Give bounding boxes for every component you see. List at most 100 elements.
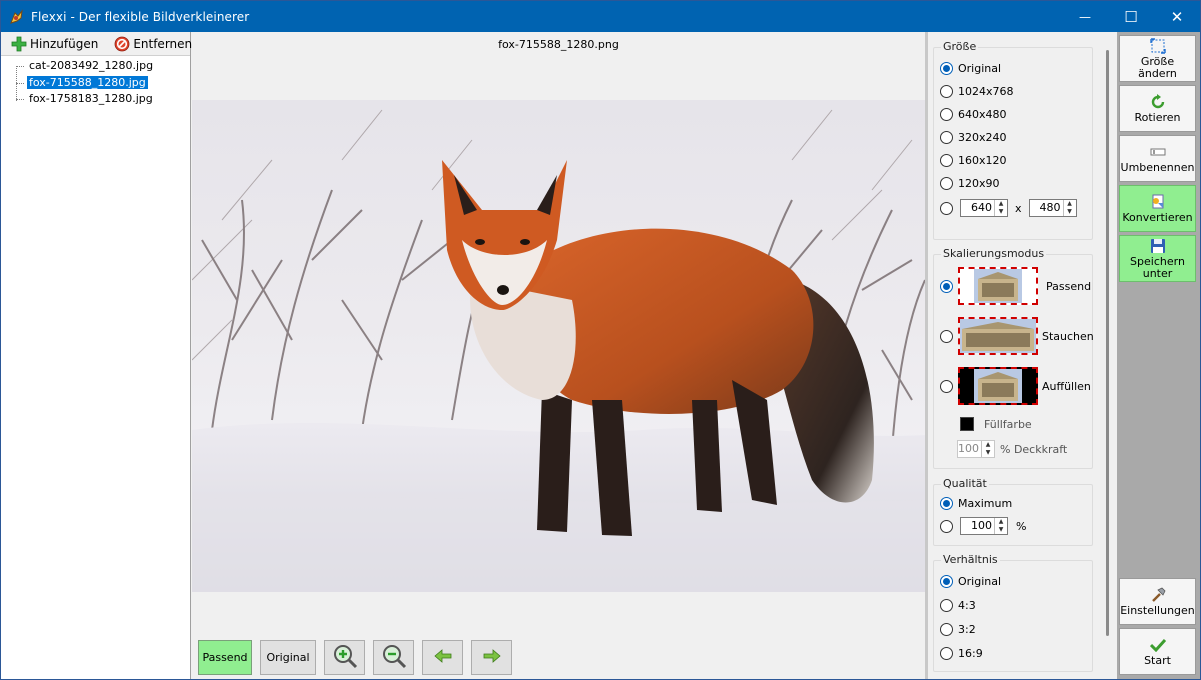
scale-option-label: Stauchen: [1042, 329, 1094, 343]
original-size-button[interactable]: Original: [260, 640, 316, 675]
scale-option-stretch[interactable]: Stauchen: [940, 317, 1094, 355]
size-option-label: Original: [958, 62, 1002, 75]
ratio-option-3-2[interactable]: 3:2: [940, 623, 976, 636]
ratio-option-label: 16:9: [958, 647, 983, 660]
size-option-1024x768[interactable]: 1024x768: [940, 85, 1014, 98]
stepper-down-icon[interactable]: ▼: [995, 208, 1007, 216]
rotate-button[interactable]: Rotieren: [1119, 85, 1196, 132]
fill-color-picker[interactable]: Füllfarbe: [960, 417, 1032, 431]
resize-label: Größe ändern: [1138, 54, 1177, 80]
convert-button[interactable]: Konvertieren: [1119, 185, 1196, 232]
stepper-down-icon[interactable]: ▼: [1064, 208, 1076, 216]
minimize-button[interactable]: —: [1062, 1, 1108, 32]
opacity-control[interactable]: 100 ▲ ▼ % Deckkraft: [957, 440, 1067, 458]
floppy-disk-icon: [1149, 238, 1167, 254]
quality-stepper[interactable]: 100 ▲ ▼: [960, 517, 1008, 535]
fit-button-label: Passend: [202, 651, 248, 664]
radio-button[interactable]: [940, 131, 953, 144]
fill-color-swatch[interactable]: [960, 417, 974, 431]
radio-button[interactable]: [940, 575, 953, 588]
options-scrollbar[interactable]: [1102, 32, 1117, 679]
radio-button[interactable]: [940, 379, 953, 393]
preview-image[interactable]: [192, 100, 925, 592]
ratio-option-original[interactable]: Original: [940, 575, 1001, 588]
opacity-value: 100: [958, 442, 979, 455]
maximize-button[interactable]: ☐: [1108, 1, 1154, 32]
start-button[interactable]: Start: [1119, 628, 1196, 675]
rename-icon: [1149, 144, 1167, 160]
file-item[interactable]: fox-1758183_1280.jpg: [1, 91, 190, 108]
stepper-up-icon[interactable]: ▲: [995, 200, 1007, 208]
radio-button[interactable]: [940, 329, 953, 343]
fit-mode-thumbnail: [958, 267, 1038, 305]
stepper-down-icon[interactable]: ▼: [982, 449, 994, 457]
radio-button[interactable]: [940, 108, 953, 121]
radio-button[interactable]: [940, 599, 953, 612]
scale-option-fill[interactable]: Auffüllen: [940, 367, 1091, 405]
custom-height-stepper[interactable]: 480 ▲ ▼: [1028, 199, 1077, 217]
remove-files-button[interactable]: Entfernen: [114, 36, 192, 52]
stepper-up-icon[interactable]: ▲: [995, 518, 1007, 526]
stepper-down-icon[interactable]: ▼: [995, 526, 1007, 534]
add-files-button[interactable]: Hinzufügen: [11, 36, 98, 52]
size-option-120x90[interactable]: 120x90: [940, 177, 1000, 190]
previous-image-button[interactable]: [422, 640, 463, 675]
zoom-in-button[interactable]: [324, 640, 365, 675]
radio-button[interactable]: [940, 201, 953, 215]
file-tree: cat-2083492_1280.jpg fox-715588_1280.jpg…: [1, 56, 190, 108]
size-option-original[interactable]: Original: [940, 62, 1001, 75]
stretch-mode-thumbnail: [958, 317, 1038, 355]
preview-toolbar: Passend Original: [198, 640, 520, 676]
settings-button[interactable]: Einstellungen: [1119, 578, 1196, 625]
title-bar[interactable]: Flexxi - Der flexible Bildverkleinerer —…: [1, 1, 1200, 32]
resize-button[interactable]: Größe ändern: [1119, 35, 1196, 82]
radio-button[interactable]: [940, 85, 953, 98]
stepper-up-icon[interactable]: ▲: [982, 441, 994, 449]
quality-maximum-label: Maximum: [958, 497, 1013, 510]
rename-button[interactable]: Umbenennen: [1119, 135, 1196, 182]
scale-option-label: Passend: [1046, 279, 1092, 293]
close-button[interactable]: ✕: [1154, 1, 1200, 32]
rotate-icon: [1149, 93, 1167, 110]
scrollbar-thumb[interactable]: [1106, 50, 1109, 636]
radio-button[interactable]: [940, 497, 953, 510]
size-option-custom[interactable]: 640 ▲ ▼ x 480 ▲ ▼: [940, 199, 1077, 217]
radio-button[interactable]: [940, 647, 953, 660]
preview-pane: fox-715588_1280.png Passend Original: [192, 32, 925, 679]
size-option-320x240[interactable]: 320x240: [940, 131, 1007, 144]
scale-option-fit[interactable]: Passend: [940, 267, 1091, 305]
custom-width-stepper[interactable]: 640 ▲ ▼: [960, 199, 1008, 217]
radio-button[interactable]: [940, 154, 953, 167]
opacity-stepper[interactable]: 100 ▲ ▼: [957, 440, 995, 458]
stepper-up-icon[interactable]: ▲: [1064, 200, 1076, 208]
radio-button[interactable]: [940, 519, 953, 533]
app-window: Flexxi - Der flexible Bildverkleinerer —…: [0, 0, 1201, 680]
radio-button[interactable]: [940, 177, 953, 190]
size-option-160x120[interactable]: 160x120: [940, 154, 1007, 167]
size-option-label: 1024x768: [958, 85, 1014, 98]
remove-files-label: Entfernen: [133, 36, 193, 51]
file-item-selected[interactable]: fox-715588_1280.jpg: [1, 75, 190, 92]
ratio-option-label: 4:3: [958, 599, 976, 612]
radio-button[interactable]: [940, 62, 953, 75]
next-image-button[interactable]: [471, 640, 512, 675]
zoom-out-button[interactable]: [373, 640, 414, 675]
size-option-640x480[interactable]: 640x480: [940, 108, 1007, 121]
scale-option-label: Auffüllen: [1042, 379, 1091, 393]
quality-option-custom[interactable]: 100 ▲ ▼ %: [940, 517, 1026, 535]
quality-option-maximum[interactable]: Maximum: [940, 497, 1012, 510]
fill-mode-thumbnail: [958, 367, 1038, 405]
window-title: Flexxi - Der flexible Bildverkleinerer: [31, 9, 250, 24]
ratio-option-16-9[interactable]: 16:9: [940, 647, 983, 660]
save-as-button[interactable]: Speichern unter: [1119, 235, 1196, 282]
file-list-pane: Hinzufügen Entfernen cat-2083492_1280.jp…: [1, 32, 192, 679]
resize-icon: [1149, 37, 1167, 54]
convert-label: Konvertieren: [1122, 210, 1193, 224]
ratio-option-4-3[interactable]: 4:3: [940, 599, 976, 612]
action-sidebar: Größe ändern Rotieren Umbenennen Konvert…: [1117, 32, 1200, 679]
fit-button[interactable]: Passend: [198, 640, 252, 675]
radio-button[interactable]: [940, 279, 953, 293]
file-item[interactable]: cat-2083492_1280.jpg: [1, 58, 190, 75]
radio-button[interactable]: [940, 623, 953, 636]
original-size-label: Original: [266, 651, 310, 664]
